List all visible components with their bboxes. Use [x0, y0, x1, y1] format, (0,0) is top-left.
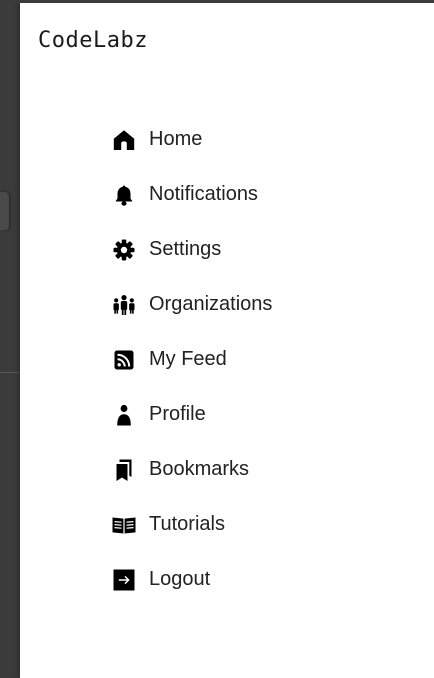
bell-icon: [112, 183, 136, 207]
window-top-border: [0, 0, 434, 3]
nav-item-settings[interactable]: Settings: [112, 222, 272, 277]
nav-item-my-feed[interactable]: My Feed: [112, 332, 272, 387]
background-tab-handle: [0, 192, 9, 230]
bookmarks-icon: [112, 458, 136, 482]
nav-label-profile: Profile: [149, 403, 206, 425]
nav-label-tutorials: Tutorials: [149, 513, 225, 535]
nav-label-settings: Settings: [149, 238, 222, 260]
person-icon: [112, 403, 136, 427]
nav-item-profile[interactable]: Profile: [112, 387, 272, 442]
open-book-icon: [112, 513, 136, 537]
nav-item-bookmarks[interactable]: Bookmarks: [112, 442, 272, 497]
people-group-icon: [112, 293, 136, 317]
navigation-drawer: CodeLabz Home Notifications Settings Org…: [20, 3, 434, 678]
nav-label-logout: Logout: [149, 568, 211, 590]
logout-icon: [112, 568, 136, 592]
nav-menu: Home Notifications Settings Organization…: [112, 112, 272, 607]
nav-label-notifications: Notifications: [149, 183, 258, 205]
nav-item-organizations[interactable]: Organizations: [112, 277, 272, 332]
nav-item-logout[interactable]: Logout: [112, 552, 272, 607]
home-icon: [112, 128, 136, 152]
nav-label-organizations: Organizations: [149, 293, 273, 315]
app-logo[interactable]: CodeLabz: [38, 28, 148, 53]
nav-item-notifications[interactable]: Notifications: [112, 167, 272, 222]
gear-icon: [112, 238, 136, 262]
rss-feed-icon: [112, 348, 136, 372]
nav-item-tutorials[interactable]: Tutorials: [112, 497, 272, 552]
background-divider: [0, 372, 19, 373]
nav-label-my-feed: My Feed: [149, 348, 227, 370]
nav-label-home: Home: [149, 128, 203, 150]
nav-label-bookmarks: Bookmarks: [149, 458, 250, 480]
nav-item-home[interactable]: Home: [112, 112, 272, 167]
